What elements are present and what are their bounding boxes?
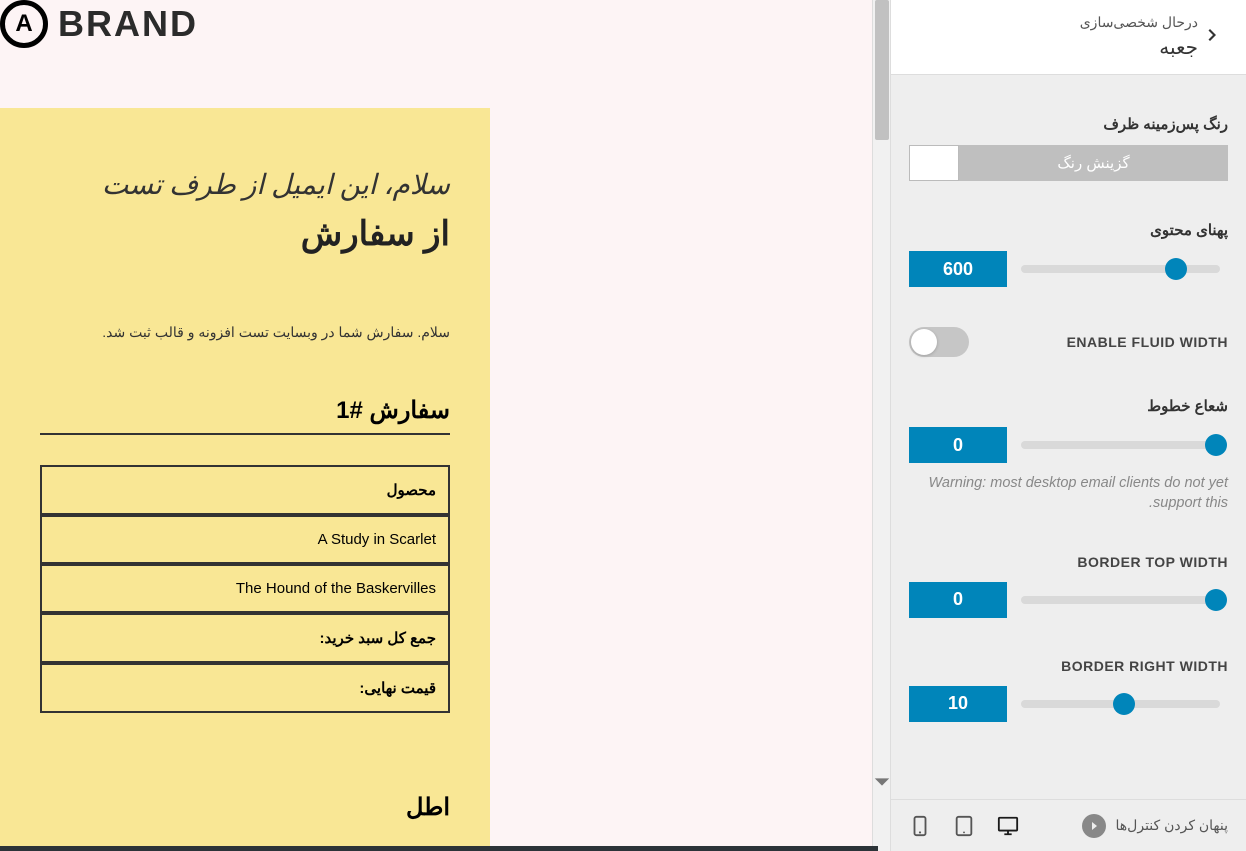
brand-header: A BRAND (0, 0, 890, 68)
cell-product: A Study in Scarlet (40, 515, 450, 564)
content-width-label: پهنای محتوی (909, 221, 1228, 239)
bottom-bar (0, 846, 878, 851)
collapse-icon (1082, 814, 1106, 838)
breadcrumb: درحال شخصی‌سازی (909, 14, 1198, 31)
tablet-icon (953, 815, 975, 837)
cell-final: قیمت نهایی: (40, 663, 450, 713)
brand-letter: A (15, 10, 32, 38)
border-radius-control: شعاع خطوط 0 Warning: most desktop email … (909, 397, 1228, 514)
border-right-control: BORDER RIGHT WIDTH 10 (909, 658, 1228, 722)
table-row: A Study in Scarlet (40, 515, 450, 564)
content-width-slider[interactable] (1007, 251, 1228, 287)
device-tablet-button[interactable] (953, 815, 975, 837)
border-right-value: 10 (909, 686, 1007, 722)
radius-warning: Warning: most desktop email clients do n… (909, 473, 1228, 514)
border-right-slider[interactable] (1007, 686, 1228, 722)
mobile-icon (909, 815, 931, 837)
email-confirm: سلام. سفارش شما در وبسایت تست افزونه و ق… (40, 324, 450, 341)
table-row: قیمت نهایی: (40, 663, 450, 713)
sidebar-footer: پنهان کردن کنترل‌ها (891, 799, 1246, 851)
slider-thumb[interactable] (1113, 693, 1135, 715)
preview-scrollbar[interactable] (872, 0, 890, 851)
brand-name: BRAND (58, 3, 198, 45)
preview-pane: A BRAND سلام، این ایمیل از طرف تست از سف… (0, 0, 890, 851)
fluid-width-toggle[interactable] (909, 327, 969, 357)
border-radius-slider[interactable] (1007, 427, 1228, 463)
border-right-label: BORDER RIGHT WIDTH (909, 658, 1228, 674)
table-row: The Hound of the Baskervilles (40, 564, 450, 613)
slider-thumb[interactable] (1205, 434, 1227, 456)
sidebar-header: درحال شخصی‌سازی جعبه (891, 0, 1246, 75)
back-button[interactable] (1198, 20, 1228, 55)
border-top-slider[interactable] (1007, 582, 1228, 618)
desktop-icon (997, 815, 1019, 837)
fluid-width-label: ENABLE FLUID WIDTH (1067, 334, 1228, 350)
email-thanks: از سفارش (40, 214, 450, 254)
fluid-width-control: ENABLE FLUID WIDTH (909, 327, 1228, 357)
border-top-value: 0 (909, 582, 1007, 618)
customizer-sidebar: درحال شخصی‌سازی جعبه رنگ پس‌زمینه ظرف گز… (890, 0, 1246, 851)
section-title: جعبه (909, 35, 1198, 60)
table-row: جمع کل سبد خرید: (40, 613, 450, 663)
content-width-control: پهنای محتوی 600 (909, 221, 1228, 287)
toggle-knob (911, 329, 937, 355)
sidebar-body[interactable]: رنگ پس‌زمینه ظرف گزینش رنگ پهنای محتوی 6… (891, 75, 1246, 799)
chevron-right-icon (1204, 26, 1222, 44)
scrollbar-thumb[interactable] (875, 0, 889, 140)
bg-color-label: رنگ پس‌زمینه ظرف (909, 115, 1228, 133)
col-product: محصول (40, 465, 450, 515)
bg-color-control: رنگ پس‌زمینه ظرف گزینش رنگ (909, 115, 1228, 181)
table-row: محصول (40, 465, 450, 515)
hide-controls-button[interactable]: پنهان کردن کنترل‌ها (1082, 814, 1228, 838)
email-greeting: سلام، این ایمیل از طرف تست (40, 168, 450, 202)
device-mobile-button[interactable] (909, 815, 931, 837)
border-top-label: BORDER TOP WIDTH (909, 554, 1228, 570)
info-title: اطل (40, 793, 450, 822)
border-top-control: BORDER TOP WIDTH 0 (909, 554, 1228, 618)
brand-logo: A (0, 0, 48, 48)
border-radius-value: 0 (909, 427, 1007, 463)
cell-subtotal: جمع کل سبد خرید: (40, 613, 450, 663)
slider-thumb[interactable] (1165, 258, 1187, 280)
order-table: محصول A Study in Scarlet The Hound of th… (40, 465, 450, 713)
email-content-box: سلام، این ایمیل از طرف تست از سفارش سلام… (0, 108, 490, 851)
hide-controls-label: پنهان کردن کنترل‌ها (1116, 817, 1228, 834)
pick-color-button[interactable]: گزینش رنگ (959, 145, 1228, 181)
border-radius-label: شعاع خطوط (909, 397, 1228, 415)
content-width-value: 600 (909, 251, 1007, 287)
order-title: سفارش #1 (40, 396, 450, 435)
device-desktop-button[interactable] (997, 815, 1019, 837)
cell-product: The Hound of the Baskervilles (40, 564, 450, 613)
slider-thumb[interactable] (1205, 589, 1227, 611)
scrollbar-down-icon[interactable] (873, 773, 890, 791)
color-swatch[interactable] (909, 145, 959, 181)
